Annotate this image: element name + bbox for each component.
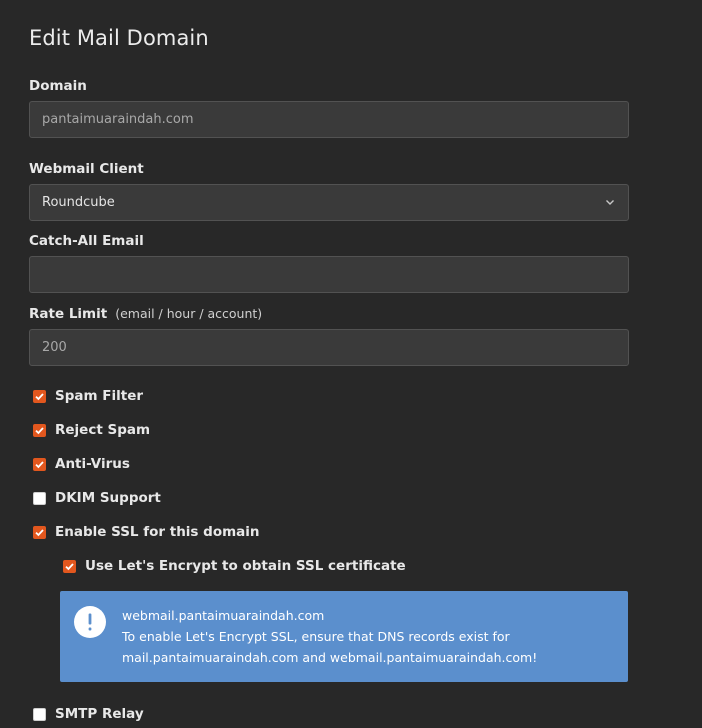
anti-virus-option[interactable]: Anti-Virus xyxy=(33,454,130,474)
dkim-support-option[interactable]: DKIM Support xyxy=(33,488,161,508)
domain-input[interactable]: pantaimuaraindah.com xyxy=(29,101,629,138)
dkim-support-label: DKIM Support xyxy=(55,490,161,506)
alert-message-line: To enable Let's Encrypt SSL, ensure that… xyxy=(122,629,510,644)
rate-limit-label: Rate Limit (email / hour / account) xyxy=(29,306,262,322)
smtp-relay-option[interactable]: SMTP Relay xyxy=(33,704,144,724)
enable-ssl-checkbox[interactable] xyxy=(33,525,46,539)
spam-filter-option[interactable]: Spam Filter xyxy=(33,386,143,406)
domain-label: Domain xyxy=(29,78,87,94)
rate-limit-label-text: Rate Limit xyxy=(29,306,108,322)
anti-virus-label: Anti-Virus xyxy=(55,456,130,472)
spam-filter-checkbox[interactable] xyxy=(33,389,46,403)
letsencrypt-checkbox[interactable] xyxy=(63,559,76,573)
checkmark-icon xyxy=(35,426,44,434)
reject-spam-label: Reject Spam xyxy=(55,422,151,438)
webmail-client-select[interactable]: Roundcube xyxy=(29,184,629,221)
checkmark-icon xyxy=(35,392,44,400)
rate-limit-hint: (email / hour / account) xyxy=(115,306,263,321)
letsencrypt-label: Use Let's Encrypt to obtain SSL certific… xyxy=(85,558,406,574)
alert-domain-line: webmail.pantaimuaraindah.com xyxy=(122,608,325,623)
page-title: Edit Mail Domain xyxy=(29,26,209,50)
exclamation-circle-icon xyxy=(74,606,106,638)
enable-ssl-label: Enable SSL for this domain xyxy=(55,524,260,540)
checkmark-icon xyxy=(35,528,44,536)
enable-ssl-option[interactable]: Enable SSL for this domain xyxy=(33,522,260,542)
ssl-info-alert: webmail.pantaimuaraindah.com To enable L… xyxy=(60,591,628,682)
dkim-support-checkbox[interactable] xyxy=(33,491,46,505)
smtp-relay-label: SMTP Relay xyxy=(55,706,144,722)
spam-filter-label: Spam Filter xyxy=(55,388,144,404)
chevron-down-icon xyxy=(606,200,614,205)
catch-all-label: Catch-All Email xyxy=(29,233,144,249)
reject-spam-checkbox[interactable] xyxy=(33,423,46,437)
anti-virus-checkbox[interactable] xyxy=(33,457,46,471)
rate-limit-input[interactable]: 200 xyxy=(29,329,629,366)
edit-mail-domain-page: Edit Mail Domain Domain pantaimuaraindah… xyxy=(0,0,702,728)
webmail-client-label: Webmail Client xyxy=(29,161,144,177)
checkmark-icon xyxy=(35,460,44,468)
catch-all-input[interactable] xyxy=(29,256,629,293)
smtp-relay-checkbox[interactable] xyxy=(33,707,46,721)
letsencrypt-option[interactable]: Use Let's Encrypt to obtain SSL certific… xyxy=(63,556,406,576)
alert-records-line: mail.pantaimuaraindah.com and webmail.pa… xyxy=(122,650,538,665)
reject-spam-option[interactable]: Reject Spam xyxy=(33,420,150,440)
checkmark-icon xyxy=(65,562,74,570)
webmail-client-selected: Roundcube xyxy=(42,195,115,210)
